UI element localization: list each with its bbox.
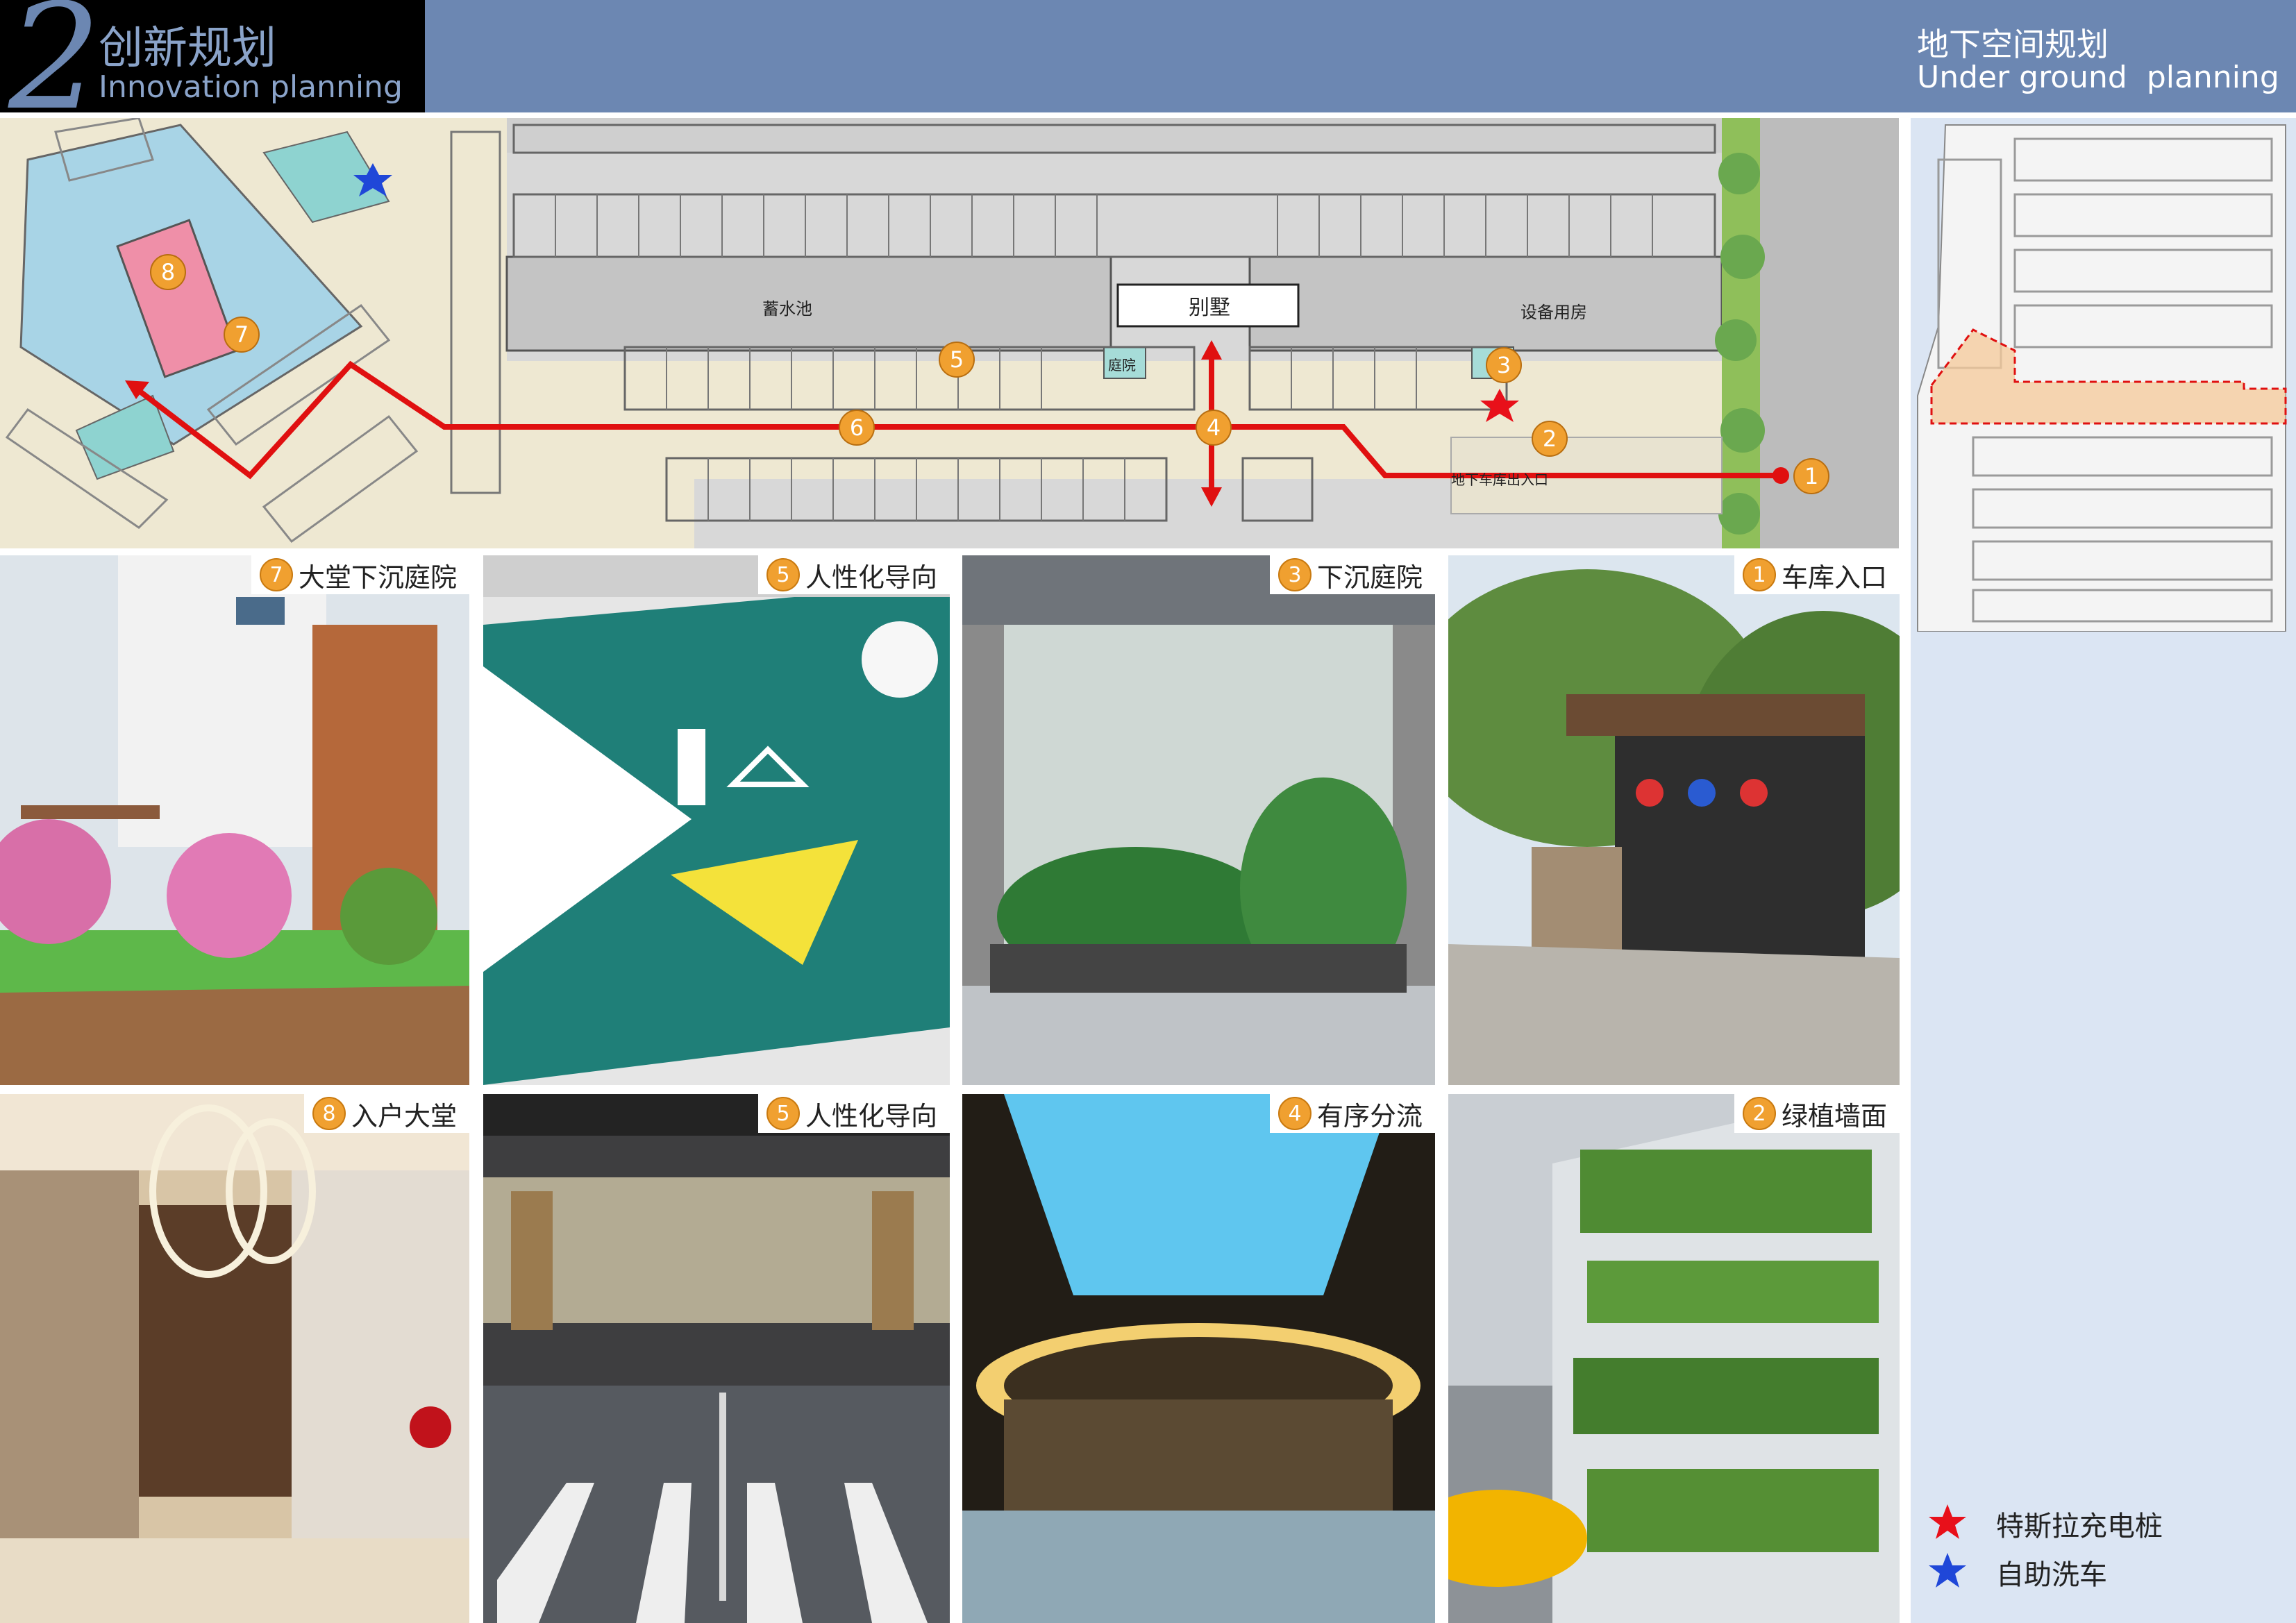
- tile-label-text: 大堂下沉庭院: [298, 562, 457, 593]
- wayfinding-illustration: [483, 555, 950, 1085]
- section-number: 2: [8, 0, 101, 142]
- plan-label-villa: 别墅: [1189, 296, 1230, 320]
- red-star-icon: [1929, 1504, 1966, 1539]
- garage-entrance-illustration: [1448, 555, 1900, 1085]
- plan-label-garage-entrance: 地下车库出入口: [1451, 471, 1548, 488]
- photo-tile-garage-entrance: [1448, 555, 1900, 1085]
- plan-marker-8: 8: [150, 254, 186, 290]
- plan-marker-4: 4: [1196, 410, 1232, 446]
- photo-tile-green-wall: [1448, 1094, 1900, 1623]
- tile-number-badge: 1: [1742, 558, 1776, 591]
- tile-number-badge: 2: [1742, 1097, 1776, 1130]
- tile-label-entrance-lobby: 8 入户大堂: [303, 1094, 469, 1133]
- tile-label-text: 人性化导向: [805, 1100, 937, 1132]
- plan-marker-1: 1: [1793, 458, 1829, 494]
- plan-marker-7: 7: [224, 317, 260, 353]
- tile-label-text: 有序分流: [1316, 1100, 1423, 1132]
- courtyard-illustration: [0, 555, 469, 1085]
- tile-label-wayfinding-1: 5 人性化导向: [757, 555, 950, 594]
- legend: 特斯拉充电桩 自助洗车: [1927, 1499, 2163, 1597]
- photo-tile-wayfinding-1: [483, 555, 950, 1085]
- lobby-illustration: [0, 1094, 469, 1623]
- tile-label-wayfinding-2: 5 人性化导向: [757, 1094, 950, 1133]
- blue-star-icon: [1929, 1553, 1966, 1588]
- plan-marker-6: 6: [839, 410, 875, 446]
- page-title-cn: 地下空间规划: [1917, 26, 2109, 63]
- plan-label-courtyard: 庭院: [1108, 357, 1136, 373]
- tile-label-text: 下沉庭院: [1316, 562, 1423, 593]
- photo-tile-lobby-sunken-courtyard: [0, 555, 469, 1085]
- sunken-courtyard-illustration: [962, 555, 1435, 1085]
- plan-marker-5: 5: [939, 342, 975, 378]
- tile-label-sunken-courtyard: 3 下沉庭院: [1269, 555, 1435, 594]
- plan-label-equipment-room: 设备用房: [1520, 303, 1587, 322]
- plan-marker-3: 3: [1486, 347, 1522, 383]
- tile-label-green-wall: 2 绿植墙面: [1734, 1094, 1900, 1133]
- legend-label: 自助洗车: [1996, 1559, 2107, 1591]
- tile-label-text: 入户大堂: [351, 1100, 457, 1132]
- tile-number-badge: 3: [1277, 558, 1312, 591]
- skylight-hall-illustration: [962, 1094, 1435, 1623]
- photo-tile-entrance-lobby: [0, 1094, 469, 1623]
- photo-tile-orderly-diversion: [962, 1094, 1435, 1623]
- plan-drawing: [0, 118, 1899, 548]
- tile-number-badge: 7: [259, 558, 293, 591]
- tile-label-lobby-sunken-courtyard: 7 大堂下沉庭院: [251, 555, 469, 594]
- green-wall-illustration: [1448, 1094, 1900, 1623]
- section-title-en: Innovation planning: [99, 69, 403, 105]
- tile-label-orderly-diversion: 4 有序分流: [1269, 1094, 1435, 1133]
- legend-item-tesla-charger: 特斯拉充电桩: [1927, 1499, 2163, 1548]
- tile-number-badge: 5: [766, 1097, 800, 1130]
- page-title-en: Under ground planning: [1917, 60, 2279, 95]
- plan-label-reservoir: 蓄水池: [762, 299, 812, 319]
- tile-label-garage-entrance: 1 车库入口: [1734, 555, 1900, 594]
- tile-number-badge: 4: [1277, 1097, 1312, 1130]
- section-title-cn: 创新规划: [99, 23, 276, 74]
- legend-item-self-wash: 自助洗车: [1927, 1548, 2163, 1597]
- key-plan: [1911, 118, 2289, 632]
- tile-number-badge: 5: [766, 558, 800, 591]
- tile-number-badge: 8: [312, 1097, 346, 1130]
- parking-lane-illustration: [483, 1094, 950, 1623]
- tile-label-text: 车库入口: [1781, 562, 1887, 593]
- photo-tile-wayfinding-2: [483, 1094, 950, 1623]
- plan-marker-2: 2: [1532, 421, 1568, 457]
- tile-label-text: 人性化导向: [805, 562, 937, 593]
- tile-label-text: 绿植墙面: [1781, 1100, 1887, 1132]
- legend-label: 特斯拉充电桩: [1996, 1511, 2163, 1542]
- photo-tile-sunken-courtyard: [962, 555, 1435, 1085]
- underground-plan: 蓄水池 别墅 设备用房 庭院 地下车库出入口 1 2 3 4 5 6 7 8: [0, 118, 1899, 548]
